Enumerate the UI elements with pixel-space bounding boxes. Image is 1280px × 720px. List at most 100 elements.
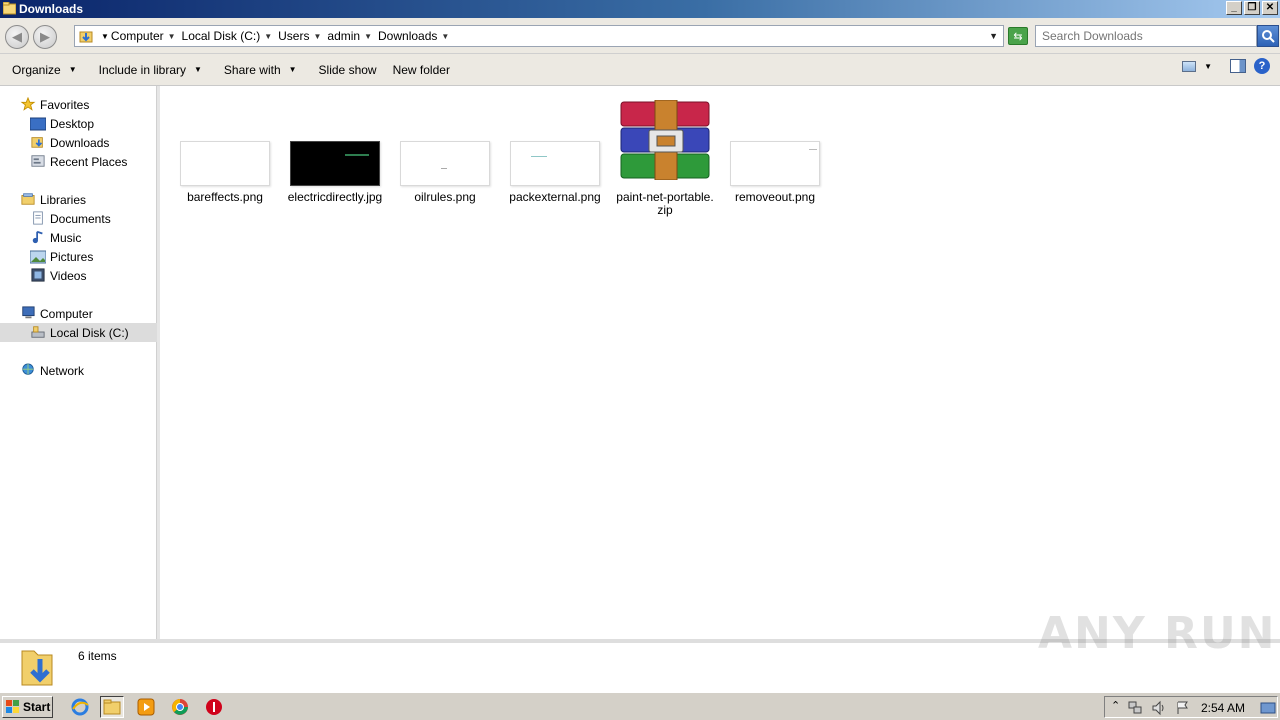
taskbar-media-player[interactable] xyxy=(134,696,158,718)
include-in-library-button[interactable]: Include in library ▼ xyxy=(87,58,212,82)
taskbar: Start ⌃ 2:54 AM xyxy=(0,692,1280,720)
nav-recent-places[interactable]: Recent Places xyxy=(0,152,157,171)
image-thumbnail xyxy=(730,141,820,186)
address-bar[interactable]: ▼ Computer ▼ Local Disk (C:) ▼ Users ▼ admi… xyxy=(74,25,1004,47)
stop-icon xyxy=(206,699,222,715)
desktop-icon xyxy=(30,117,46,131)
crumb-users[interactable]: Users ▼ xyxy=(278,29,327,43)
search-input[interactable] xyxy=(1035,25,1257,47)
chevron-down-icon[interactable]: ▼ xyxy=(313,32,321,41)
image-thumbnail xyxy=(180,141,270,186)
view-options-chevron-icon[interactable]: ▼ xyxy=(1204,62,1212,71)
organize-button[interactable]: Organize ▼ xyxy=(0,58,87,82)
back-button[interactable]: ◀ xyxy=(5,25,29,49)
clock[interactable]: 2:54 AM xyxy=(1201,701,1245,715)
image-thumbnail xyxy=(290,141,380,186)
preview-pane-icon[interactable] xyxy=(1230,59,1246,73)
nav-videos[interactable]: Videos xyxy=(0,266,157,285)
command-bar: Organize ▼ Include in library ▼ Share with… xyxy=(0,54,1280,86)
refresh-button[interactable]: ⇆ xyxy=(1008,27,1028,45)
taskbar-stop-app[interactable] xyxy=(202,696,226,718)
taskbar-windows-explorer[interactable] xyxy=(100,696,124,718)
nav-pictures[interactable]: Pictures xyxy=(0,247,157,266)
documents-icon xyxy=(33,211,43,225)
computer-icon xyxy=(22,306,35,319)
title-bar: Downloads _ ❐ ✕ xyxy=(0,0,1280,18)
navigation-pane: Favorites Desktop Downloads Recent Place… xyxy=(0,86,157,639)
share-with-button[interactable]: Share with ▼ xyxy=(212,58,307,82)
action-center-flag-icon[interactable] xyxy=(1175,700,1191,716)
chevron-down-icon[interactable]: ▼ xyxy=(364,32,372,41)
internet-explorer-icon xyxy=(71,698,89,716)
taskbar-internet-explorer[interactable] xyxy=(68,696,92,718)
media-player-icon xyxy=(137,698,155,716)
minimize-button[interactable]: _ xyxy=(1226,1,1242,15)
chevron-down-icon[interactable]: ▼ xyxy=(264,32,272,41)
crumb-computer[interactable]: Computer ▼ xyxy=(111,29,182,43)
network-tray-icon[interactable] xyxy=(1127,700,1143,716)
close-button[interactable]: ✕ xyxy=(1262,1,1278,15)
nav-favorites[interactable]: Favorites xyxy=(0,95,157,114)
music-icon xyxy=(32,230,43,244)
crumb-admin[interactable]: admin ▼ xyxy=(327,29,378,43)
nav-desktop[interactable]: Desktop xyxy=(0,114,157,133)
windows-logo-icon xyxy=(6,700,19,713)
nav-libraries[interactable]: Libraries xyxy=(0,190,157,209)
new-folder-button[interactable]: New folder xyxy=(387,58,460,82)
thumbnail-detail xyxy=(809,149,817,150)
folder-icon xyxy=(3,2,16,15)
help-icon[interactable]: ? xyxy=(1254,58,1270,74)
image-thumbnail xyxy=(510,141,600,186)
downloads-icon xyxy=(31,137,43,148)
nav-computer[interactable]: Computer xyxy=(0,304,157,323)
recent-places-icon xyxy=(31,155,45,167)
search-button[interactable] xyxy=(1257,25,1279,47)
star-icon xyxy=(20,97,36,111)
crumb-root-arrow-icon[interactable]: ▼ xyxy=(101,32,109,41)
image-thumbnail xyxy=(400,141,490,186)
chrome-icon xyxy=(172,699,188,715)
show-desktop-icon[interactable] xyxy=(1260,700,1276,716)
search-icon xyxy=(1262,30,1275,43)
downloads-folder-large-icon xyxy=(21,650,53,686)
forward-arrow-icon: ▶ xyxy=(40,29,50,44)
nav-network[interactable]: Network xyxy=(0,361,157,380)
forward-button[interactable]: ▶ xyxy=(33,25,57,49)
chevron-down-icon: ▼ xyxy=(68,65,77,74)
maximize-button[interactable]: ❐ xyxy=(1244,1,1260,15)
system-tray: ⌃ 2:54 AM xyxy=(1104,696,1278,718)
window-title: Downloads xyxy=(19,2,84,16)
downloads-folder-icon xyxy=(79,31,93,43)
chevron-down-icon[interactable]: ▼ xyxy=(441,32,449,41)
pictures-icon xyxy=(30,250,46,264)
libraries-icon xyxy=(21,193,35,205)
chevron-down-icon[interactable]: ▼ xyxy=(168,32,176,41)
crumb-local-disk[interactable]: Local Disk (C:) ▼ xyxy=(182,29,279,43)
volume-icon[interactable] xyxy=(1151,700,1167,716)
nav-downloads[interactable]: Downloads xyxy=(0,133,157,152)
thumbnail-detail xyxy=(531,156,547,157)
start-button[interactable]: Start xyxy=(2,696,53,718)
thumbnail-detail xyxy=(441,168,447,169)
hard-drive-icon xyxy=(31,326,45,338)
change-view-icon[interactable] xyxy=(1182,60,1197,72)
watermark-logo: ANY RUN xyxy=(1038,608,1277,659)
network-icon xyxy=(22,363,34,375)
nav-documents[interactable]: Documents xyxy=(0,209,157,228)
back-arrow-icon: ◀ xyxy=(12,29,22,44)
address-row: ◀ ▶ ▼ Computer ▼ Local Disk (C:) ▼ Users ▼ … xyxy=(0,18,1280,54)
crumb-downloads[interactable]: Downloads ▼ xyxy=(378,29,455,43)
taskbar-chrome[interactable] xyxy=(168,696,192,718)
slide-show-button[interactable]: Slide show xyxy=(307,58,387,82)
refresh-icon: ⇆ xyxy=(1013,30,1023,43)
winrar-archive-icon xyxy=(620,100,710,180)
folder-icon xyxy=(103,699,121,715)
file-list: bareffects.png electricdirectly.jpg oilr… xyxy=(160,86,1280,639)
item-count: 6 items xyxy=(78,649,117,663)
address-history-dropdown-icon[interactable]: ▼ xyxy=(989,31,998,41)
nav-local-disk[interactable]: Local Disk (C:) xyxy=(0,323,157,342)
chevron-down-icon: ▼ xyxy=(288,65,297,74)
videos-icon xyxy=(31,268,45,282)
show-hidden-icons-icon[interactable]: ⌃ xyxy=(1111,699,1120,712)
nav-music[interactable]: Music xyxy=(0,228,157,247)
